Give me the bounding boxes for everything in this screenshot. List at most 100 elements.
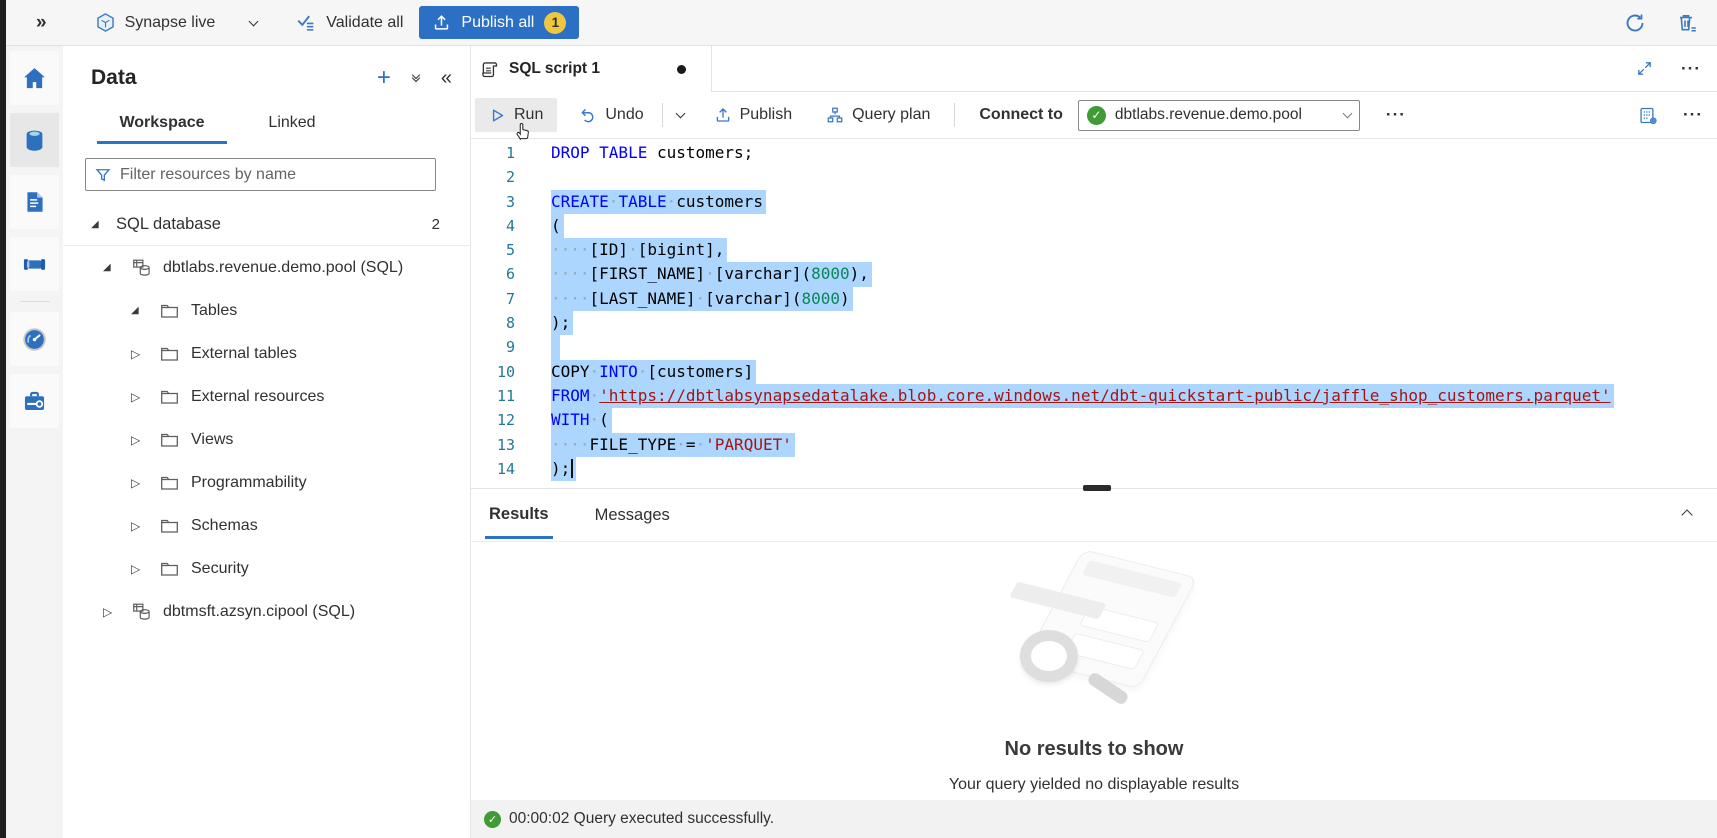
tree-item-label: Security xyxy=(191,560,249,578)
tree-collapsed-icon[interactable]: ▷ xyxy=(131,433,146,447)
tree-item-security[interactable]: ▷ Security xyxy=(63,547,470,590)
mode-selector[interactable]: Synapse live xyxy=(95,12,258,33)
code-line-3[interactable]: 3CREATE·TABLE·customers xyxy=(471,190,1717,214)
tree-collapsed-icon[interactable]: ▷ xyxy=(103,605,118,619)
add-resource-icon[interactable]: + xyxy=(377,69,391,87)
tree-item-schemas[interactable]: ▷Schemas xyxy=(63,504,470,547)
tree-item-external-tables[interactable]: ▷External tables xyxy=(63,332,470,375)
tab-results[interactable]: Results xyxy=(485,492,553,539)
rail-item-develop[interactable] xyxy=(10,175,59,229)
line-number: 1 xyxy=(471,141,533,165)
code-line-10[interactable]: 10COPY·INTO·[customers] xyxy=(471,360,1717,384)
top-command-bar: » Synapse live Validate all Publish all … xyxy=(6,0,1717,46)
collapse-all-icon[interactable] xyxy=(413,75,419,81)
integrate-icon xyxy=(21,251,48,278)
rail-item-home[interactable] xyxy=(10,51,59,105)
tree-collapsed-icon[interactable]: ▷ xyxy=(131,390,146,404)
tree-collapsed-icon[interactable]: ▷ xyxy=(131,562,146,576)
toolbar-more-icon[interactable]: ··· xyxy=(1386,105,1406,125)
tree-item-sql-database[interactable]: ◢SQL database2 xyxy=(63,203,470,246)
run-options-chevron-icon[interactable] xyxy=(675,109,685,119)
sql-editor[interactable]: 1DROP TABLE customers;23CREATE·TABLE·cus… xyxy=(471,139,1717,488)
tree-item-views[interactable]: ▷ Views xyxy=(63,418,470,461)
run-label: Run xyxy=(514,106,543,124)
query-plan-button[interactable]: Query plan xyxy=(816,99,940,131)
expand-panels-icon[interactable]: » xyxy=(36,12,47,34)
line-number: 13 xyxy=(471,433,533,457)
monitor-icon xyxy=(21,326,48,353)
filter-input[interactable] xyxy=(120,166,427,184)
code-line-13[interactable]: 13····FILE_TYPE·=·'PARQUET' xyxy=(471,433,1717,457)
code-line-6[interactable]: 6····[FIRST_NAME]·[varchar](8000), xyxy=(471,262,1717,286)
tree-collapsed-icon[interactable]: ▷ xyxy=(131,519,146,533)
tree-item-label: dbtmsft.azsyn.cipool (SQL) xyxy=(163,603,355,621)
line-number: 8 xyxy=(471,311,533,335)
tree-item-label: External resources xyxy=(191,388,324,406)
tree-collapsed-icon[interactable]: ▷ xyxy=(131,476,146,490)
chevron-down-icon xyxy=(249,16,259,26)
tree-expanded-icon[interactable]: ◢ xyxy=(91,219,106,230)
tree-collapsed-icon[interactable]: ▷ xyxy=(131,347,146,361)
validate-all-button[interactable]: Validate all xyxy=(295,12,403,34)
filter-box[interactable] xyxy=(85,158,436,191)
magnifier-icon xyxy=(1020,630,1078,682)
line-number: 11 xyxy=(471,384,533,408)
run-button[interactable]: Run xyxy=(475,98,557,132)
tree-expanded-icon[interactable]: ◢ xyxy=(131,305,146,316)
publish-button[interactable]: Publish xyxy=(704,99,802,131)
database-icon xyxy=(130,257,153,279)
rail-item-monitor[interactable] xyxy=(10,312,59,366)
code-line-7[interactable]: 7····[LAST_NAME]·[varchar](8000) xyxy=(471,287,1717,311)
tree-expanded-icon[interactable]: ◢ xyxy=(103,262,118,273)
folder-icon xyxy=(158,386,181,408)
tree-item-dbtmsft-azsyn-cipool-sql[interactable]: ▷ dbtmsft.azsyn.cipool (SQL) xyxy=(63,590,470,633)
tab-sql-script[interactable]: SQL script 1 xyxy=(471,46,712,92)
code-line-12[interactable]: 12WITH·( xyxy=(471,408,1717,432)
results-tabs: Results Messages xyxy=(471,489,1717,542)
rail-item-manage[interactable] xyxy=(10,374,59,428)
code-line-4[interactable]: 4( xyxy=(471,214,1717,238)
tree-item-label: Views xyxy=(191,431,233,449)
text-caret xyxy=(571,459,573,478)
tree-item-label: Programmability xyxy=(191,474,307,492)
publish-all-button[interactable]: Publish all 1 xyxy=(419,6,579,39)
connection-dropdown[interactable]: ✓ dbtlabs.revenue.demo.pool xyxy=(1078,100,1360,131)
collapse-pane-icon[interactable]: « xyxy=(441,67,452,90)
sidebar-tabs: Workspace Linked xyxy=(63,108,470,144)
toolbar-right-more-icon[interactable]: ··· xyxy=(1683,105,1703,125)
code-line-5[interactable]: 5····[ID]·[bigint], xyxy=(471,238,1717,262)
code-line-1[interactable]: 1DROP TABLE customers; xyxy=(471,141,1717,165)
code-line-11[interactable]: 11FROM·'https://dbtlabsynapsedatalake.bl… xyxy=(471,384,1717,408)
status-message: 00:00:02 Query executed successfully. xyxy=(509,810,774,828)
code-line-2[interactable]: 2 xyxy=(471,165,1717,189)
line-number: 9 xyxy=(471,335,533,359)
script-toolbar: Run Undo Publish Query plan Connect to ✓… xyxy=(471,92,1717,139)
refresh-button[interactable] xyxy=(1621,9,1649,37)
undo-button[interactable]: Undo xyxy=(569,99,653,131)
code-line-8[interactable]: 8); xyxy=(471,311,1717,335)
discard-all-button[interactable] xyxy=(1673,9,1701,37)
tree-item-dbtlabs-revenue-demo-pool-sql[interactable]: ◢dbtlabs.revenue.demo.pool (SQL) xyxy=(63,246,470,289)
code-line-14[interactable]: 14); xyxy=(471,457,1717,481)
validate-all-label: Validate all xyxy=(326,14,403,32)
tree-item-programmability[interactable]: ▷ Programmability xyxy=(63,461,470,504)
splitter-handle[interactable] xyxy=(1083,485,1111,491)
tab-linked[interactable]: Linked xyxy=(227,108,357,144)
rail-item-integrate[interactable] xyxy=(10,237,59,291)
tree-item-external-resources[interactable]: ▷ External resources xyxy=(63,375,470,418)
tab-workspace[interactable]: Workspace xyxy=(97,108,227,144)
properties-icon[interactable] xyxy=(1636,103,1661,128)
code-line-9[interactable]: 9 xyxy=(471,335,1717,359)
tab-messages[interactable]: Messages xyxy=(591,493,674,537)
tree-item-tables[interactable]: ◢Tables xyxy=(63,289,470,332)
rail-item-data[interactable] xyxy=(10,113,59,167)
publish-label: Publish xyxy=(740,106,792,124)
home-icon xyxy=(21,65,48,92)
tab-more-icon[interactable]: ··· xyxy=(1681,59,1701,79)
collapse-results-icon[interactable] xyxy=(1683,506,1691,524)
expand-editor-icon[interactable] xyxy=(1634,58,1655,79)
query-status-bar: ✓ 00:00:02 Query executed successfully. xyxy=(471,800,1717,838)
folder-icon xyxy=(158,558,181,580)
folder-icon xyxy=(158,429,181,451)
folder-icon xyxy=(158,515,181,537)
